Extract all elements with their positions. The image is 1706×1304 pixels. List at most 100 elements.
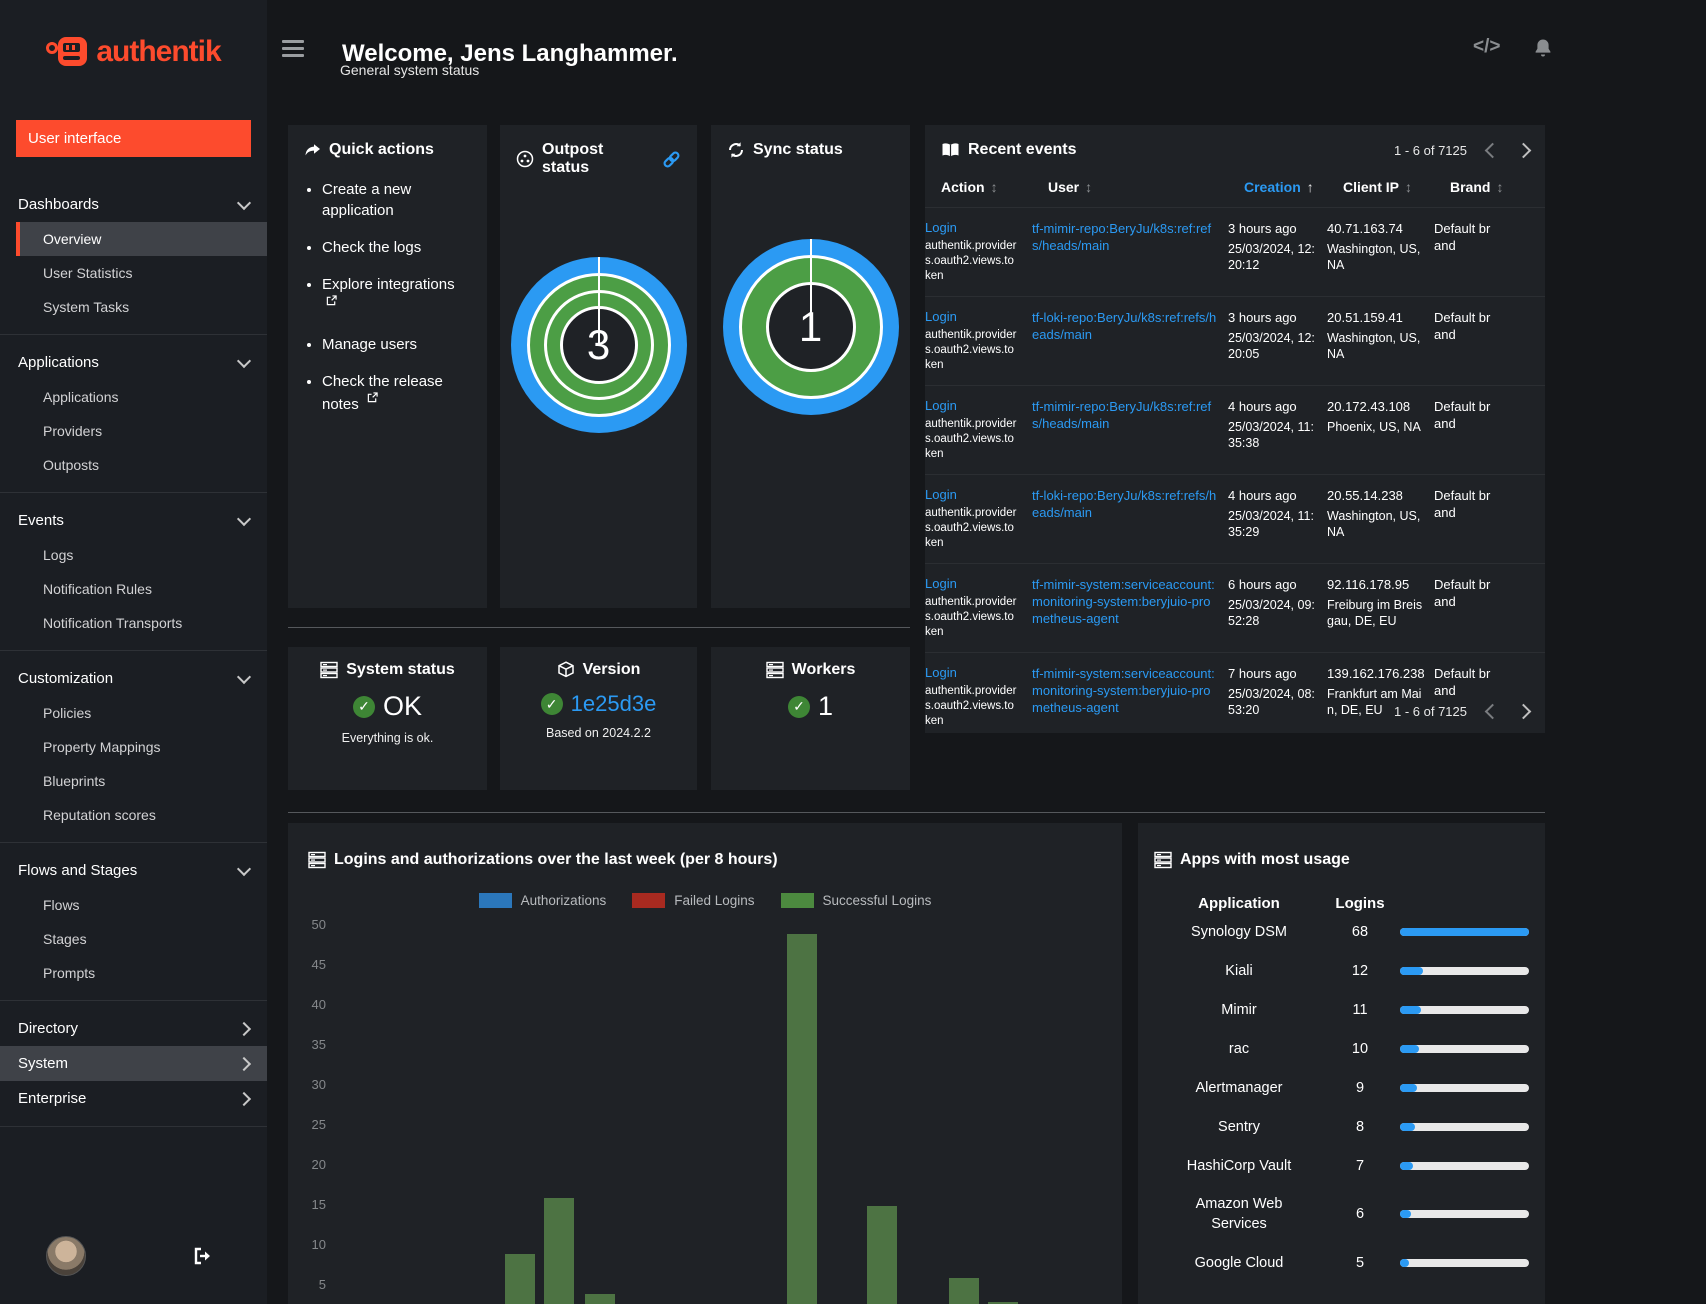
event-brand: Default brand	[1434, 488, 1491, 520]
column-header-creation[interactable]: Creation ↑	[1244, 165, 1343, 207]
hamburger-menu-icon[interactable]	[282, 40, 304, 61]
sidebar-item-outposts[interactable]: Outposts	[16, 448, 267, 482]
sidebar-item-logs[interactable]: Logs	[16, 538, 267, 572]
quick-action-manage-users[interactable]: Manage users	[322, 334, 471, 355]
event-user-link[interactable]: tf-loki-repo:BeryJu/k8s:ref:refs/heads/m…	[1032, 309, 1220, 343]
server-icon	[765, 661, 784, 679]
column-header-client-ip[interactable]: Client IP ↕	[1343, 165, 1450, 207]
usage-bar-fill	[1400, 1044, 1419, 1053]
sidebar-item-providers[interactable]: Providers	[16, 414, 267, 448]
user-interface-button[interactable]: User interface	[16, 120, 251, 157]
event-action-link[interactable]: Login	[925, 576, 1022, 591]
event-action-link[interactable]: Login	[925, 398, 1022, 413]
event-date: 25/03/2024, 08:53:20	[1228, 687, 1315, 717]
avatar[interactable]	[46, 1236, 86, 1276]
authentik-logo[interactable]: authentik	[0, 0, 267, 104]
logout-icon[interactable]	[192, 1246, 214, 1266]
event-time: 4 hours ago	[1228, 488, 1297, 503]
app-usage-row: Mimir 11	[1138, 990, 1545, 1029]
sidebar-section-dashboards[interactable]: Dashboards	[0, 187, 267, 222]
chevron-right-icon[interactable]	[1515, 142, 1532, 158]
notifications-bell-icon[interactable]	[1533, 38, 1553, 59]
event-row: Login authentik.providers.oauth2.views.t…	[925, 385, 1545, 474]
version-value[interactable]: 1e25d3e	[571, 691, 657, 717]
sidebar-item-property-mappings[interactable]: Property Mappings	[16, 730, 267, 764]
authentik-wordmark: authentik	[96, 35, 221, 68]
app-usage-row: Sentry 8	[1138, 1107, 1545, 1146]
event-user-link[interactable]: tf-mimir-system:serviceaccount:monitorin…	[1032, 576, 1220, 627]
sidebar-section-applications[interactable]: Applications	[0, 345, 267, 380]
chevron-right-icon[interactable]	[1515, 703, 1532, 720]
quick-action-explore-integrations[interactable]: Explore integrations	[322, 274, 471, 318]
event-user-link[interactable]: tf-mimir-system:serviceaccount:monitorin…	[1032, 665, 1220, 716]
column-header-action[interactable]: Action ↕	[941, 165, 1048, 207]
legend-failed-logins: Failed Logins	[632, 893, 755, 908]
events-table-header: Action ↕ User ↕ Creation ↑ Client IP ↕ Brand…	[925, 165, 1545, 207]
chevron-down-icon	[236, 353, 252, 368]
sidebar-item-reputation-scores[interactable]: Reputation scores	[16, 798, 267, 832]
chevron-down-icon	[236, 861, 252, 876]
legend-swatch-green	[780, 893, 814, 908]
sidebar-section-customization[interactable]: Customization	[0, 661, 267, 696]
external-link-icon	[326, 295, 337, 306]
usage-bar-track	[1400, 1122, 1529, 1131]
link-icon[interactable]	[662, 150, 681, 169]
sidebar-section-events[interactable]: Events	[0, 503, 267, 538]
quick-action-release-notes[interactable]: Check the release notes	[322, 371, 471, 415]
quick-action-check-logs[interactable]: Check the logs	[322, 237, 471, 258]
usage-bar-fill	[1400, 1210, 1412, 1218]
event-row: Login authentik.providers.oauth2.views.t…	[925, 296, 1545, 385]
sidebar-item-applications[interactable]: Applications	[16, 380, 267, 414]
pagination-label: 1 - 6 of 7125	[1394, 142, 1467, 158]
sidebar-section-system[interactable]: System	[0, 1046, 267, 1081]
sidebar-item-flows[interactable]: Flows	[16, 888, 267, 922]
sidebar-section-flows-and-stages[interactable]: Flows and Stages	[0, 853, 267, 888]
event-user-link[interactable]: tf-mimir-repo:BeryJu/k8s:ref:refs/heads/…	[1032, 398, 1220, 432]
app-usage-row: Synology DSM 68	[1138, 912, 1545, 951]
sidebar-item-notification-rules[interactable]: Notification Rules	[16, 572, 267, 606]
recent-events-title: Recent events	[941, 141, 1077, 159]
event-brand: Default brand	[1434, 221, 1491, 253]
sidebar-section-enterprise[interactable]: Enterprise	[0, 1081, 267, 1116]
quick-action-create-application[interactable]: Create a new application	[322, 179, 471, 221]
outpost-status-donut: 3	[510, 257, 687, 433]
event-user-link[interactable]: tf-mimir-repo:BeryJu/k8s:ref:refs/heads/…	[1032, 220, 1220, 254]
bar-successful-logins	[867, 1206, 897, 1304]
section-label: Applications	[18, 354, 99, 371]
event-client-ip: 20.172.43.108	[1327, 399, 1411, 414]
sidebar-section-directory[interactable]: Directory	[0, 1011, 267, 1046]
sidebar-divider	[0, 334, 267, 335]
column-header-brand[interactable]: Brand ↕	[1450, 165, 1513, 207]
chevron-left-icon[interactable]	[1484, 703, 1501, 720]
sidebar-item-system-tasks[interactable]: System Tasks	[16, 290, 267, 324]
chevron-left-icon[interactable]	[1484, 142, 1501, 158]
bar-successful-logins	[505, 1254, 535, 1304]
sidebar-item-stages[interactable]: Stages	[16, 922, 267, 956]
column-header-user[interactable]: User ↕	[1048, 165, 1244, 207]
event-brand: Default brand	[1434, 577, 1491, 609]
book-icon	[941, 142, 960, 158]
sidebar-item-notification-transports[interactable]: Notification Transports	[16, 606, 267, 640]
sidebar-item-overview[interactable]: Overview	[16, 222, 267, 256]
usage-bar-fill	[1400, 1258, 1410, 1267]
event-location: Phoenix, US, NA	[1327, 420, 1421, 434]
api-code-icon[interactable]: </>	[1473, 36, 1500, 58]
sidebar-item-prompts[interactable]: Prompts	[16, 956, 267, 990]
section-label: Dashboards	[18, 196, 99, 213]
event-action-link[interactable]: Login	[925, 665, 1022, 680]
sidebar-item-blueprints[interactable]: Blueprints	[16, 764, 267, 798]
sidebar-item-label: Applications	[43, 389, 119, 405]
chevron-right-icon	[236, 1021, 252, 1036]
event-row: Login authentik.providers.oauth2.views.t…	[925, 563, 1545, 652]
event-client-ip: 20.51.159.41	[1327, 310, 1403, 325]
sidebar-item-user-statistics[interactable]: User Statistics	[16, 256, 267, 290]
app-usage-row: Alertmanager 9	[1138, 1068, 1545, 1107]
section-label: Enterprise	[18, 1090, 87, 1107]
apps-usage-card: Apps with most usage Application Logins …	[1138, 823, 1545, 1304]
event-action-link[interactable]: Login	[925, 309, 1022, 324]
event-action-link[interactable]: Login	[925, 220, 1022, 235]
event-action-link[interactable]: Login	[925, 487, 1022, 502]
usage-bar-fill	[1400, 1161, 1414, 1170]
event-user-link[interactable]: tf-loki-repo:BeryJu/k8s:ref:refs/heads/m…	[1032, 487, 1220, 521]
sidebar-item-policies[interactable]: Policies	[16, 696, 267, 730]
